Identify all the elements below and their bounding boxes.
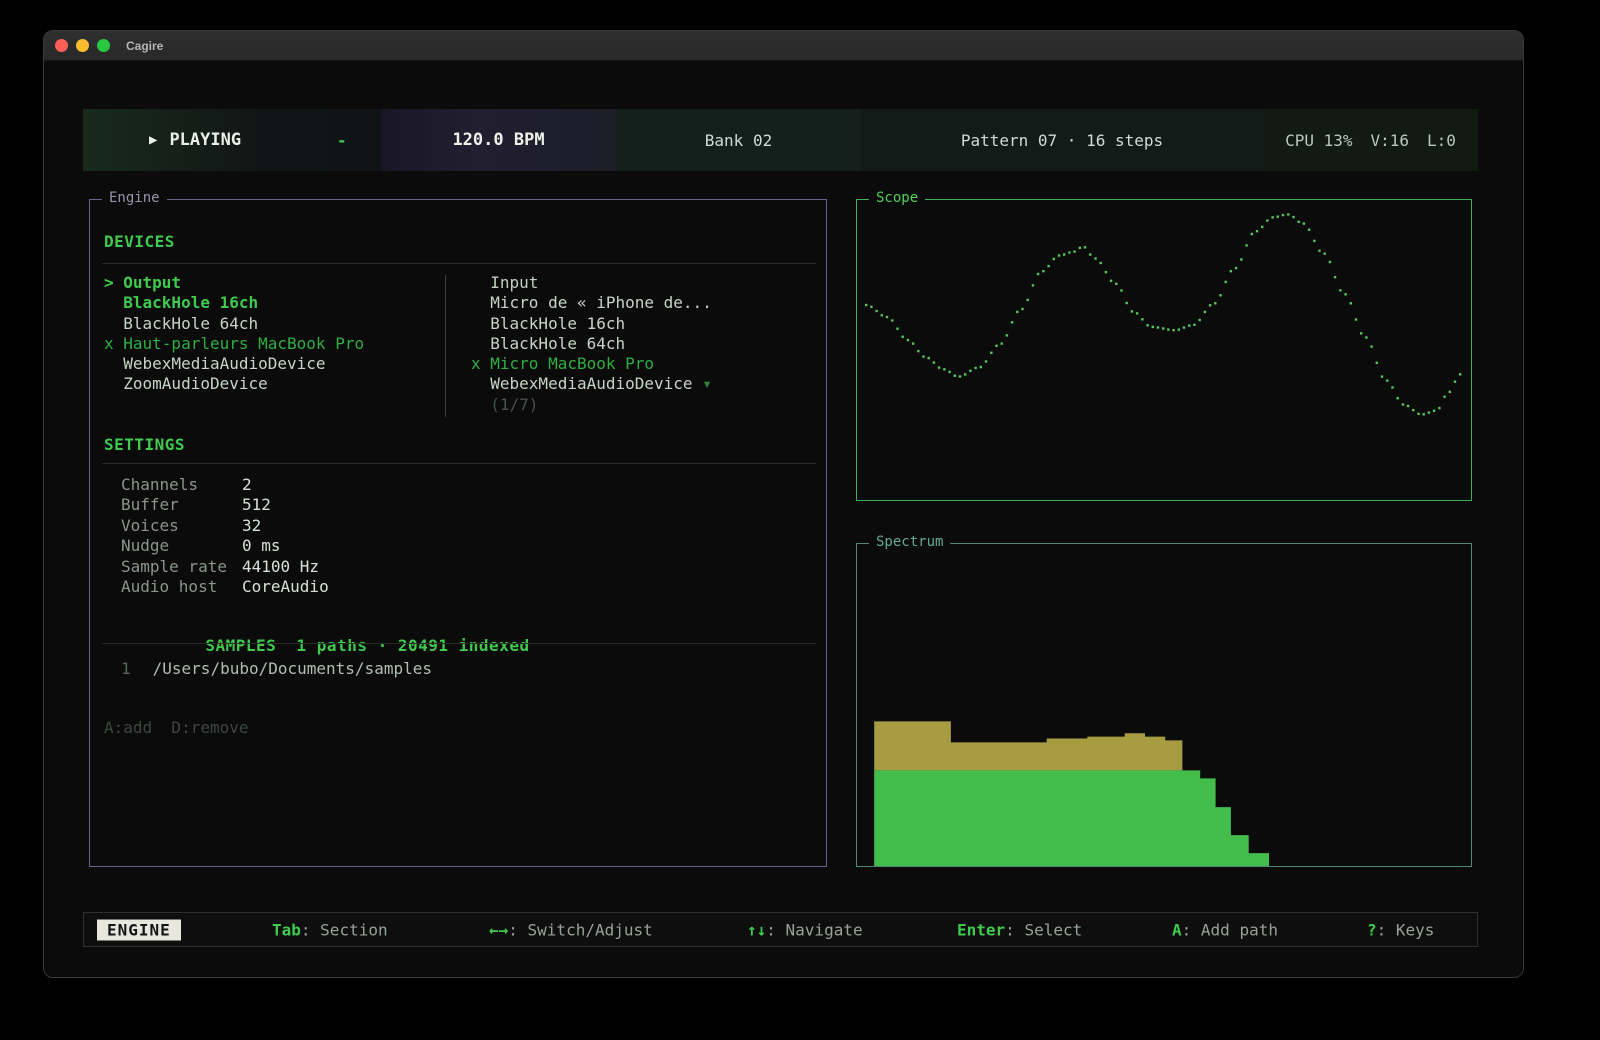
- scope-waveform: [857, 200, 1471, 500]
- hint-key: Tab: [272, 920, 301, 939]
- output-device-item: > Output: [104, 273, 364, 293]
- transport-segment: ▶ PLAYING -: [83, 109, 381, 171]
- input-device-item[interactable]: BlackHole 64ch: [471, 334, 712, 354]
- app-window: Cagire ▶ PLAYING - 120.0 BPM Bank 02 Pat…: [43, 30, 1524, 978]
- input-device-item[interactable]: Micro de « iPhone de...: [471, 293, 712, 313]
- column-divider: [445, 275, 446, 417]
- spectrum-chart: [857, 544, 1471, 866]
- devices-heading: DEVICES: [104, 232, 175, 251]
- path-index: 1: [121, 659, 131, 678]
- setting-label: Voices: [121, 516, 242, 536]
- traffic-lights: [55, 39, 110, 52]
- output-device-item[interactable]: WebexMediaAudioDevice: [104, 354, 364, 374]
- hint-desc: : Section: [301, 920, 388, 939]
- spectrum-low-band: [874, 770, 1269, 866]
- setting-value: 32: [242, 516, 261, 536]
- output-device-item[interactable]: ZoomAudioDevice: [104, 374, 364, 394]
- app-content: ▶ PLAYING - 120.0 BPM Bank 02 Pattern 07…: [44, 61, 1523, 977]
- bank-display: Bank 02: [616, 109, 861, 171]
- hint-key: ←→: [489, 920, 508, 939]
- mode-badge: ENGINE: [97, 919, 181, 940]
- setting-label: Sample rate: [121, 557, 242, 577]
- samples-meta: 1 paths · 20491 indexed: [297, 636, 530, 655]
- scope-panel: Scope: [856, 199, 1472, 501]
- play-icon: ▶: [149, 132, 157, 148]
- sample-path-row[interactable]: 1/Users/bubo/Documents/samples: [121, 659, 432, 678]
- scroll-more-icon: ▾: [693, 374, 712, 393]
- titlebar: Cagire: [44, 31, 1523, 61]
- output-device-item[interactable]: x Haut-parleurs MacBook Pro: [104, 334, 364, 354]
- setting-value: 0 ms: [242, 536, 281, 556]
- output-device-item[interactable]: BlackHole 16ch: [104, 293, 364, 313]
- key-hint: A: Add path: [1172, 920, 1278, 939]
- setting-label: Channels: [121, 475, 242, 495]
- hint-desc: : Switch/Adjust: [508, 920, 653, 939]
- transport-state: PLAYING: [169, 130, 241, 150]
- zoom-button[interactable]: [97, 39, 110, 52]
- setting-value: 2: [242, 475, 252, 495]
- setting-label: Audio host: [121, 577, 242, 597]
- hint-desc: : Add path: [1182, 920, 1278, 939]
- setting-row[interactable]: Sample rate44100 Hz: [121, 557, 329, 577]
- samples-label: SAMPLES: [205, 636, 276, 655]
- setting-row[interactable]: Buffer512: [121, 495, 329, 515]
- output-device-item[interactable]: BlackHole 64ch: [104, 314, 364, 334]
- key-hint: ↑↓: Navigate: [747, 920, 863, 939]
- hint-desc: : Navigate: [766, 920, 862, 939]
- key-hint: Enter: Select: [957, 920, 1082, 939]
- divider: [102, 263, 816, 264]
- spectrum-high-band: [874, 721, 1182, 770]
- input-device-item[interactable]: BlackHole 16ch: [471, 314, 712, 334]
- output-device-list: > Output BlackHole 16ch BlackHole 64chx …: [104, 273, 364, 395]
- engine-panel-title: Engine: [102, 190, 167, 206]
- divider: [102, 643, 816, 644]
- setting-value: 512: [242, 495, 271, 515]
- voice-count: V:16: [1371, 131, 1410, 150]
- screen: Cagire ▶ PLAYING - 120.0 BPM Bank 02 Pat…: [0, 0, 1600, 1040]
- latency-stat: L:0: [1427, 131, 1456, 150]
- setting-row[interactable]: Channels2: [121, 475, 329, 495]
- samples-key-hint: A:add D:remove: [104, 718, 249, 737]
- input-device-item[interactable]: WebexMediaAudioDevice ▾: [471, 374, 712, 394]
- settings-heading: SETTINGS: [104, 435, 185, 454]
- path-text: /Users/bubo/Documents/samples: [153, 659, 432, 678]
- key-hint: ←→: Switch/Adjust: [489, 920, 653, 939]
- hint-key: A: [1172, 920, 1182, 939]
- keybinding-bar: ENGINE Tab: Section←→: Switch/Adjust↑↓: …: [83, 912, 1478, 947]
- input-device-item[interactable]: x Micro MacBook Pro: [471, 354, 712, 374]
- setting-label: Nudge: [121, 536, 242, 556]
- key-hint: Tab: Section: [272, 920, 388, 939]
- cpu-usage: CPU 13%: [1285, 131, 1352, 150]
- minimize-button[interactable]: [76, 39, 89, 52]
- spectrum-panel: Spectrum: [856, 543, 1472, 867]
- settings-list: Channels2Buffer512Voices32Nudge0 msSampl…: [121, 475, 329, 597]
- setting-value: 44100 Hz: [242, 557, 319, 577]
- setting-row[interactable]: Nudge0 ms: [121, 536, 329, 556]
- close-button[interactable]: [55, 39, 68, 52]
- setting-value: CoreAudio: [242, 577, 329, 597]
- pattern-display: Pattern 07 · 16 steps: [861, 109, 1263, 171]
- input-device-item: Input: [471, 273, 712, 293]
- key-hint: ?: Keys: [1367, 920, 1434, 939]
- hint-desc: : Keys: [1377, 920, 1435, 939]
- cpu-stats: CPU 13% V:16 L:0: [1263, 109, 1478, 171]
- engine-panel: Engine DEVICES > Output BlackHole 16ch B…: [89, 199, 827, 867]
- setting-label: Buffer: [121, 495, 242, 515]
- window-title: Cagire: [126, 39, 163, 53]
- hint-key: Enter: [957, 920, 1005, 939]
- hint-key: ↑↓: [747, 920, 766, 939]
- metronome-tick: -: [337, 131, 347, 150]
- hint-desc: : Select: [1005, 920, 1082, 939]
- hint-key: ?: [1367, 920, 1377, 939]
- setting-row[interactable]: Audio hostCoreAudio: [121, 577, 329, 597]
- input-device-list: Input Micro de « iPhone de... BlackHole …: [471, 273, 712, 415]
- setting-row[interactable]: Voices32: [121, 516, 329, 536]
- input-device-item: (1/7): [471, 395, 712, 415]
- divider: [102, 463, 816, 464]
- sample-path-list: 1/Users/bubo/Documents/samples: [121, 659, 432, 678]
- bpm-display: 120.0 BPM: [381, 109, 616, 171]
- status-bar: ▶ PLAYING - 120.0 BPM Bank 02 Pattern 07…: [83, 109, 1478, 171]
